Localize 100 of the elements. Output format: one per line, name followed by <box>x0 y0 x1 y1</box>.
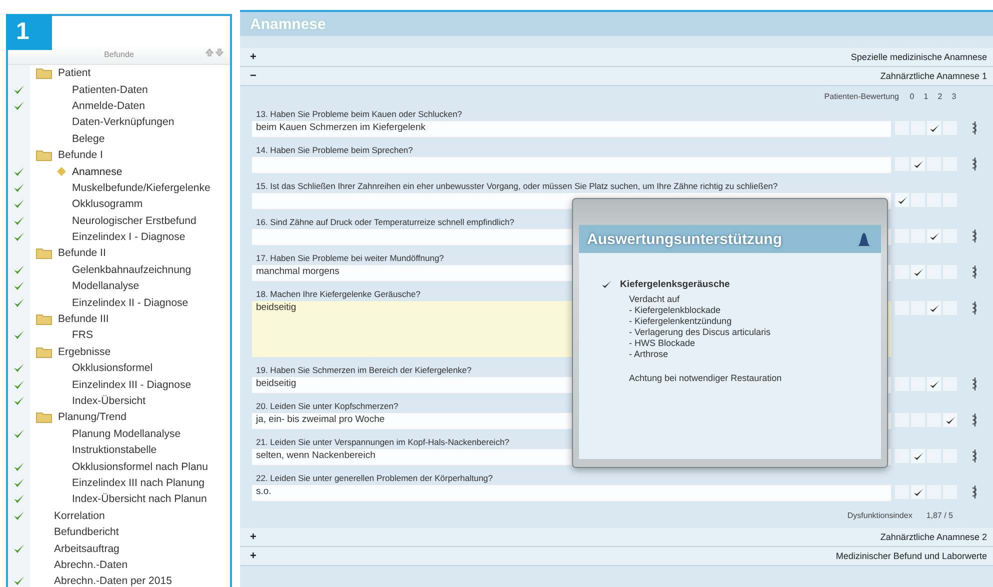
tree-item[interactable]: Okklusionsformel <box>68 362 153 374</box>
tree-item[interactable]: Einzelindex III nach Planung <box>68 476 205 489</box>
rating-cell[interactable] <box>927 301 941 315</box>
tree-item[interactable]: Modellanalyse <box>68 280 140 292</box>
figure-number: 1 <box>6 14 52 50</box>
note-icon[interactable] <box>971 449 979 463</box>
section-title: Spezielle medizinische Anamnese <box>850 52 987 62</box>
rating-cell[interactable] <box>927 377 941 391</box>
finding-line: - HWS Blockade <box>629 338 696 348</box>
tree-item[interactable]: Abrechn.-Daten per 2015 <box>50 575 172 587</box>
tree-folder[interactable]: Befunde II <box>54 247 106 260</box>
tree-folder[interactable]: Ergebnisse <box>54 346 111 358</box>
note-icon[interactable] <box>971 413 979 427</box>
tree-item[interactable]: Instruktionstabelle <box>68 444 157 456</box>
answer-field[interactable] <box>252 157 891 173</box>
check-icon <box>928 304 940 312</box>
rating-cell[interactable] <box>911 449 925 463</box>
finding-line: - Verlagerung des Discus articularis <box>629 327 772 337</box>
check-icon <box>944 416 956 424</box>
rating-cell[interactable] <box>927 121 941 135</box>
check-icon <box>896 196 908 204</box>
rating-cell[interactable] <box>895 265 909 279</box>
finding-line: Verdacht auf <box>629 294 681 304</box>
note-icon[interactable] <box>971 121 979 135</box>
tree-item[interactable]: Einzelindex I - Diagnose <box>68 231 186 244</box>
answer-field[interactable]: s.o. <box>252 485 891 501</box>
tree-item[interactable]: Patienten-Daten <box>68 84 148 96</box>
selection-icon <box>56 167 66 176</box>
rating-cell[interactable] <box>943 413 957 427</box>
section-header[interactable]: + Medizinischer Befund und Laborwerte <box>240 547 993 566</box>
tree-item[interactable]: Einzelindex III - Diagnose <box>68 378 192 391</box>
tree-item[interactable]: Anmelde-Daten <box>68 100 145 112</box>
toggle-icon[interactable]: − <box>250 70 256 82</box>
rating-cell[interactable] <box>927 229 941 243</box>
panel-title: Befunde <box>104 50 134 58</box>
folder-icon <box>36 411 52 424</box>
tree-item[interactable]: Neurologischer Erstbefund <box>68 214 196 227</box>
section-title: Zahnärztliche Anamnese 2 <box>880 532 987 542</box>
tree-item[interactable]: Okklusionsformel nach Planu <box>68 460 208 473</box>
up-arrow-icon[interactable] <box>205 48 214 57</box>
rating-cell[interactable] <box>911 157 925 171</box>
tree-item[interactable]: Korrelation <box>50 510 105 522</box>
rating-cell[interactable] <box>895 193 909 207</box>
folder-icon <box>36 149 52 162</box>
note-icon[interactable] <box>971 301 979 315</box>
down-arrow-icon[interactable] <box>215 48 224 57</box>
page-title: Anamnese <box>240 12 993 36</box>
rating-cell[interactable] <box>895 377 909 391</box>
rating-cell[interactable] <box>895 301 909 315</box>
note-icon[interactable] <box>971 157 979 171</box>
score-label: 2 <box>936 92 944 101</box>
tree-item[interactable]: Daten-Verknüpfungen <box>68 116 174 128</box>
rating-cell[interactable] <box>895 413 909 427</box>
tree-item[interactable]: Arbeitsauftrag <box>50 542 120 555</box>
section-title: Zahnärztliche Anamnese 1 <box>880 71 987 81</box>
tree-item[interactable]: Einzelindex II - Diagnose <box>68 296 188 309</box>
index-value: 1,87 / 5 <box>926 511 953 520</box>
score-label: 0 <box>908 92 916 101</box>
answer-field[interactable]: beim Kauen Schmerzen im Kiefergelenk <box>252 121 891 137</box>
section-header[interactable]: + Zahnärztliche Anamnese 2 <box>240 528 993 547</box>
tree-item[interactable]: Abrechn.-Daten <box>50 558 128 571</box>
tree-folder[interactable]: Planung/Trend <box>54 411 126 424</box>
tree-item[interactable]: FRS <box>68 329 93 342</box>
rating-cell[interactable] <box>911 485 925 499</box>
toggle-icon[interactable]: + <box>250 51 256 63</box>
tree-item[interactable]: Index-Übersicht <box>68 395 146 407</box>
section-header[interactable]: + Spezielle medizinische Anamnese <box>240 48 993 67</box>
curve-icon[interactable] <box>857 231 871 247</box>
folder-icon <box>36 67 52 80</box>
finding-line: - Kiefergelenkblockade <box>629 305 722 315</box>
check-icon <box>912 268 924 276</box>
check-icon <box>912 488 924 496</box>
rating-label: Patienten-Bewertung <box>824 92 899 101</box>
note-icon[interactable] <box>971 485 979 499</box>
tree-item[interactable]: Belege <box>68 132 105 145</box>
folder-icon <box>36 346 52 358</box>
tree-folder[interactable]: Patient <box>54 67 91 80</box>
folder-icon <box>36 247 52 260</box>
section-header[interactable]: − Zahnärztliche Anamnese 1 <box>240 67 993 86</box>
tree-folder[interactable]: Befunde III <box>54 313 109 326</box>
check-icon <box>928 124 940 132</box>
toggle-icon[interactable]: + <box>250 550 256 562</box>
finding-title: Kiefergelenksgeräusche <box>620 279 730 290</box>
toggle-icon[interactable]: + <box>250 531 256 543</box>
rating-cell[interactable] <box>895 229 909 243</box>
rating-cell[interactable] <box>911 265 925 279</box>
tree-item[interactable]: Anamnese <box>68 166 122 178</box>
tree-item[interactable]: Gelenkbahnaufzeichnung <box>68 264 192 276</box>
tree-item[interactable]: Okklusogramm <box>68 198 143 210</box>
tree-item[interactable]: Index-Übersicht nach Planun <box>68 493 207 506</box>
tree-item[interactable]: Muskelbefunde/Kiefergelenke <box>68 182 210 194</box>
note-icon[interactable] <box>971 265 979 279</box>
tree-item[interactable]: Planung Modellanalyse <box>68 428 181 440</box>
rating-cell[interactable] <box>895 449 909 463</box>
score-label: 1 <box>922 92 930 101</box>
tree-folder[interactable]: Befunde I <box>54 149 103 162</box>
note-icon[interactable] <box>971 229 979 243</box>
note-icon[interactable] <box>971 377 979 391</box>
tree-item[interactable]: Befundbericht <box>50 526 119 538</box>
check-icon <box>912 452 924 460</box>
